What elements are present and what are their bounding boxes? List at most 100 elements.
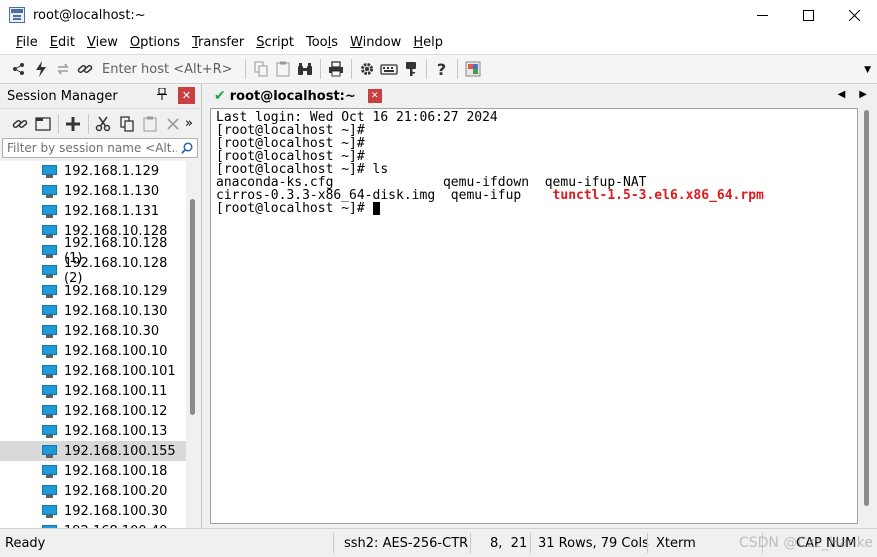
maximize-button[interactable] (785, 0, 831, 30)
status-bar: Ready ssh2: AES-256-CTR 8, 21 31 Rows, 7… (0, 528, 877, 557)
terminal-screen[interactable]: Last login: Wed Oct 16 21:06:27 2024 [roo… (210, 108, 858, 524)
print-icon[interactable] (325, 58, 347, 80)
add-session-icon[interactable] (62, 113, 85, 135)
monitor-icon (42, 384, 57, 398)
app-icon (9, 7, 25, 23)
paste-icon[interactable] (272, 58, 294, 80)
session-item[interactable]: 192.168.10.30 (0, 321, 186, 341)
tab-bar: ✔ root@localhost:~ ✕ ◀ ▶ (205, 84, 877, 108)
toolbar-separator (57, 113, 59, 134)
scrollbar-thumb[interactable] (190, 199, 195, 415)
session-item[interactable]: 192.168.10.129 (0, 281, 186, 301)
session-label: 192.168.100.13 (64, 423, 168, 439)
minimize-button[interactable] (739, 0, 785, 30)
menu-tools[interactable]: Tools (300, 35, 344, 50)
session-label: 192.168.1.129 (64, 163, 160, 179)
session-label: 192.168.100.155 (64, 443, 176, 459)
menu-transfer[interactable]: Transfer (186, 35, 250, 50)
toolbar-overflow-icon[interactable]: ▼ (864, 65, 871, 75)
connect-bar-icon[interactable] (8, 58, 30, 80)
menu-bar: File Edit View Options Transfer Script Tools Wi… (0, 30, 877, 54)
close-icon (848, 9, 860, 21)
status-ready: Ready (5, 536, 46, 551)
tab-right-arrow-icon[interactable]: ▶ (859, 89, 867, 100)
monitor-icon (42, 424, 57, 438)
terminal-line: [root@localhost ~]# (216, 202, 857, 215)
status-separator (530, 533, 531, 553)
session-item[interactable]: 192.168.10.130 (0, 301, 186, 321)
copy-icon[interactable] (250, 58, 272, 80)
session-label: 192.168.100.30 (64, 503, 168, 519)
monitor-icon (42, 504, 57, 518)
connected-check-icon: ✔ (214, 88, 226, 104)
terminal-cursor (372, 202, 380, 215)
link-icon[interactable] (8, 113, 31, 135)
session-item[interactable]: 192.168.10.128 (2) (0, 256, 186, 286)
session-item[interactable]: 192.168.100.20 (0, 481, 186, 501)
watermark: CSDN @Czz_Hanke (738, 535, 873, 551)
session-item[interactable]: 192.168.100.11 (0, 381, 186, 401)
keymap-icon[interactable] (378, 58, 400, 80)
session-label: 192.168.10.30 (64, 323, 160, 339)
session-item[interactable]: 192.168.100.12 (0, 401, 186, 421)
close-session-manager-button[interactable]: ✕ (178, 87, 195, 104)
toolbar: Enter host <Alt+R> ? ▼ (0, 54, 877, 84)
session-item[interactable]: 192.168.100.155 (0, 441, 186, 461)
link-icon[interactable] (74, 58, 96, 80)
monitor-icon (42, 344, 57, 358)
menu-view[interactable]: View (81, 35, 124, 50)
session-item[interactable]: 192.168.100.18 (0, 461, 186, 481)
monitor-icon (42, 164, 57, 178)
session-list-scrollbar[interactable] (186, 161, 200, 528)
monitor-icon (42, 444, 57, 458)
session-item[interactable]: 192.168.100.40 (0, 521, 186, 528)
tab-left-arrow-icon[interactable]: ◀ (838, 89, 846, 100)
delete-icon[interactable] (162, 113, 185, 135)
quick-connect-icon[interactable] (30, 58, 52, 80)
scrollbar-thumb[interactable] (864, 110, 869, 506)
session-item[interactable]: 192.168.1.130 (0, 181, 186, 201)
close-tab-button[interactable]: ✕ (367, 89, 382, 103)
session-manager-title: Session Manager (7, 88, 118, 104)
tab-root-localhost[interactable]: ✔ root@localhost:~ ✕ (205, 84, 382, 108)
enter-host-field[interactable]: Enter host <Alt+R> (102, 62, 233, 77)
menu-options[interactable]: Options (124, 35, 186, 50)
session-item[interactable]: 192.168.100.10 (0, 341, 186, 361)
monitor-icon (42, 284, 57, 298)
paste-icon[interactable] (138, 113, 161, 135)
status-separator (647, 533, 648, 553)
session-item[interactable]: 192.168.1.131 (0, 201, 186, 221)
monitor-icon (42, 264, 57, 278)
find-binoculars-icon[interactable] (294, 58, 316, 80)
session-filter-input[interactable] (7, 141, 177, 155)
menu-script[interactable]: Script (250, 35, 300, 50)
copy-icon[interactable] (115, 113, 138, 135)
sftp-image-icon[interactable] (462, 58, 484, 80)
search-icon[interactable] (181, 142, 193, 154)
status-cipher: ssh2: AES-256-CTR (344, 536, 469, 551)
menu-window[interactable]: Window (344, 35, 407, 50)
more-tools-icon[interactable]: » (185, 116, 193, 131)
toolbar-separator (350, 59, 352, 79)
connect-in-tab-icon[interactable] (31, 113, 54, 135)
toolbar-separator (244, 59, 246, 79)
session-item[interactable]: 192.168.100.101 (0, 361, 186, 381)
gear-icon[interactable] (356, 58, 378, 80)
session-item[interactable]: 192.168.100.13 (0, 421, 186, 441)
close-window-button[interactable] (831, 0, 877, 30)
status-terminal-type: Xterm (656, 536, 696, 551)
tab-navigation: ◀ ▶ (838, 89, 867, 100)
help-icon[interactable]: ? (431, 58, 453, 80)
session-label: 192.168.100.11 (64, 383, 168, 399)
menu-help[interactable]: Help (407, 35, 449, 50)
terminal-scrollbar[interactable] (860, 108, 874, 524)
cut-icon[interactable] (92, 113, 115, 135)
menu-edit[interactable]: Edit (44, 35, 81, 50)
session-item[interactable]: 192.168.100.30 (0, 501, 186, 521)
reconnect-icon[interactable] (52, 58, 74, 80)
menu-file[interactable]: File (10, 35, 44, 50)
pin-icon[interactable] (157, 87, 167, 103)
session-manager-header: Session Manager ✕ (0, 84, 201, 108)
session-item[interactable]: 192.168.1.129 (0, 161, 186, 181)
key-icon[interactable] (400, 58, 422, 80)
